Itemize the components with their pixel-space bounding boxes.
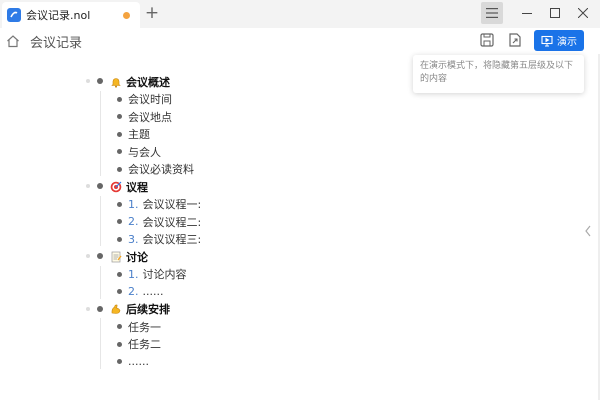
outline-item[interactable]: 1. 讨论内容 [128,266,187,283]
item-bullet[interactable] [117,166,122,172]
item-bullet[interactable] [117,359,122,364]
maximize-icon [550,8,560,18]
item-bullet[interactable] [117,271,122,277]
memo-icon [110,251,126,263]
home-button[interactable] [6,33,20,52]
item-text: 会议地点 [128,110,172,124]
heading-text: 讨论 [126,250,148,264]
target-icon [110,181,126,193]
export-icon [509,33,521,47]
outline-item[interactable]: 任务二 [128,336,161,353]
drag-handle[interactable] [86,306,90,311]
item-number: 2. [128,285,139,298]
item-bullet[interactable] [117,236,122,242]
minimize-button[interactable] [516,2,538,24]
heading-bullet[interactable] [97,183,103,189]
presentation-icon [541,35,553,46]
item-bullet[interactable] [117,114,122,119]
export-button[interactable] [507,32,523,48]
outline-item[interactable]: 主题 [128,126,150,143]
item-text: ...... [142,285,164,298]
outline-item[interactable]: 会议时间 [128,91,172,108]
item-text: 会议时间 [128,93,172,106]
item-bullet[interactable] [117,219,122,224]
outline-item[interactable]: 1. 会议议程一: [128,196,201,213]
present-tooltip: 在演示模式下，将隐藏第五层级及以下的内容 [413,55,584,93]
outline-heading[interactable]: 讨论 [110,248,148,265]
flexed-arm-icon [110,303,126,315]
indent-guide [100,90,101,176]
item-text: 主题 [128,128,150,141]
toolbar: 会议记录 演示 [0,28,600,54]
heading-bullet[interactable] [97,305,103,312]
maximize-button[interactable] [544,2,566,24]
indent-guide [100,318,101,369]
new-tab-button[interactable]: + [142,4,162,24]
item-text: 会议议程三: [142,233,202,246]
present-button[interactable]: 演示 [534,30,584,51]
present-label: 演示 [557,37,577,48]
outline-heading[interactable]: 会议概述 [110,73,170,90]
item-text: 讨论内容 [142,268,187,281]
item-text: 与会人 [128,145,161,159]
close-icon [578,8,588,18]
item-text: ...... [128,355,149,368]
item-bullet[interactable] [117,131,122,137]
outline-heading[interactable]: 后续安排 [110,301,170,318]
item-text: 任务一 [128,320,161,334]
outline-item[interactable]: 任务一 [128,318,161,335]
title-bar: 会议记录.nol + [0,0,600,28]
document-tab[interactable]: 会议记录.nol [2,2,140,28]
item-bullet[interactable] [117,341,122,347]
hamburger-icon [486,8,498,18]
item-bullet[interactable] [117,201,122,207]
unsaved-indicator [123,12,130,19]
item-number: 1. [128,197,139,211]
item-number: 1. [128,267,139,281]
item-text: 任务二 [128,338,161,351]
chevron-left-icon [585,225,591,237]
item-number: 3. [128,232,139,246]
outline-item[interactable]: 会议必读资料 [128,161,194,178]
heading-bullet[interactable] [97,78,103,84]
outline-item[interactable]: 2....... [128,283,163,300]
collapse-panel-button[interactable] [584,222,592,241]
save-icon [480,33,494,47]
item-text: 会议议程一: [142,198,202,211]
item-bullet[interactable] [117,96,122,102]
menu-button[interactable] [481,2,503,24]
drag-handle[interactable] [86,184,90,188]
tab-title: 会议记录.nol [26,9,91,22]
outline-item[interactable]: 3. 会议议程三: [128,231,201,248]
item-bullet[interactable] [117,289,122,294]
outline-item[interactable]: 2. 会议议程二: [128,213,201,230]
document-title[interactable]: 会议记录 [30,32,82,51]
heading-text: 会议概述 [126,75,170,89]
outline-item[interactable]: 会议地点 [128,108,172,125]
outline-item[interactable]: 与会人 [128,143,161,160]
drag-handle[interactable] [86,254,90,258]
heading-text: 后续安排 [126,303,170,316]
indent-guide [100,265,101,299]
heading-text: 议程 [126,180,148,194]
minimize-icon [522,13,532,14]
app-logo-icon [7,8,21,22]
item-bullet[interactable] [117,324,122,329]
outline-heading[interactable]: 议程 [110,178,148,195]
item-bullet[interactable] [117,149,122,154]
bell-icon [110,76,126,88]
outline-item[interactable]: ...... [128,353,149,370]
item-text: 会议议程二: [142,215,202,229]
heading-bullet[interactable] [97,253,103,259]
save-button[interactable] [479,32,495,48]
item-text: 会议必读资料 [128,163,194,176]
tooltip-text: 在演示模式下，将隐藏第五层级及以下的内容 [420,61,574,84]
item-number: 2. [128,215,139,228]
close-button[interactable] [572,2,594,24]
indent-guide [100,195,101,246]
drag-handle[interactable] [86,79,90,83]
home-icon [7,35,19,48]
